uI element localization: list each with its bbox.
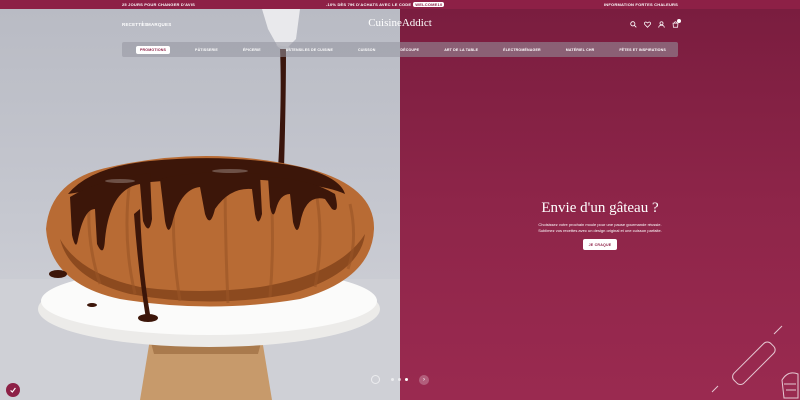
slider-dot-active[interactable]: [405, 378, 408, 381]
nav-item-ustensiles[interactable]: USTENSILES DE CUISINE: [286, 48, 333, 52]
nav-item-patisserie[interactable]: PÂTISSERIE: [195, 48, 218, 52]
site-header: RECETTES | MARQUES CuisineAddict: [0, 9, 800, 43]
hero-description: Choisissez votre prochain moule pour une…: [538, 222, 662, 233]
search-icon[interactable]: [630, 21, 637, 28]
nav-item-epicerie[interactable]: ÉPICERIE: [243, 48, 261, 52]
cart-count-badge: [677, 19, 681, 23]
hero-title: Envie d'un gâteau ?: [541, 200, 659, 216]
brands-link[interactable]: MARQUES: [147, 22, 171, 27]
trust-badge[interactable]: [6, 383, 20, 397]
nav-item-electromenager[interactable]: ÉLECTROMÉNAGER: [503, 48, 541, 52]
header-actions: [630, 19, 681, 28]
promo-code: WELCOME10: [413, 2, 445, 7]
page: 25 JOURS POUR CHANGER D'AVIS -10% DÈS 79…: [0, 0, 800, 400]
slider-dot[interactable]: [398, 378, 401, 381]
cart-icon[interactable]: [672, 19, 681, 28]
promo-text: -10% DÈS 79€ D'ACHATS AVEC LE CODE: [326, 2, 412, 7]
slider-next-button[interactable]: ›: [419, 375, 429, 385]
hero-image: [0, 9, 400, 400]
nav-item-fetes[interactable]: FÊTES ET INSPIRATIONS: [619, 48, 666, 52]
slider-prev-button[interactable]: [371, 375, 380, 384]
nav-item-cuisson[interactable]: CUISSON: [358, 48, 375, 52]
slider-dots: [391, 378, 408, 381]
hero-cta-button[interactable]: JE CRAQUE: [583, 239, 617, 250]
heat-info-link[interactable]: INFORMATION FORTES CHALEURS: [604, 2, 678, 7]
check-icon: [10, 387, 16, 393]
announcement-bar: 25 JOURS POUR CHANGER D'AVIS -10% DÈS 79…: [0, 0, 800, 9]
slider-dot[interactable]: [391, 378, 394, 381]
recipes-link[interactable]: RECETTES: [122, 22, 148, 27]
site-logo[interactable]: CuisineAddict: [340, 17, 460, 29]
nav-item-promotions[interactable]: PROMOTIONS: [136, 45, 171, 54]
main-navigation: PROMOTIONS PÂTISSERIE ÉPICERIE USTENSILE…: [122, 42, 678, 57]
heart-icon[interactable]: [644, 21, 651, 28]
nav-item-art-de-la-table[interactable]: ART DE LA TABLE: [444, 48, 478, 52]
return-policy-link[interactable]: 25 JOURS POUR CHANGER D'AVIS: [122, 2, 195, 7]
nav-item-decoupe[interactable]: DÉCOUPE: [400, 48, 419, 52]
nav-item-materiel-chr[interactable]: MATÉRIEL CHR: [566, 48, 595, 52]
account-icon[interactable]: [658, 21, 665, 28]
promo-message: -10% DÈS 79€ D'ACHATS AVEC LE CODE WELCO…: [326, 2, 445, 7]
rolling-pin-sketch: [711, 325, 799, 399]
header-separator: |: [142, 21, 144, 27]
bundt-cake-illustration: [0, 9, 400, 400]
